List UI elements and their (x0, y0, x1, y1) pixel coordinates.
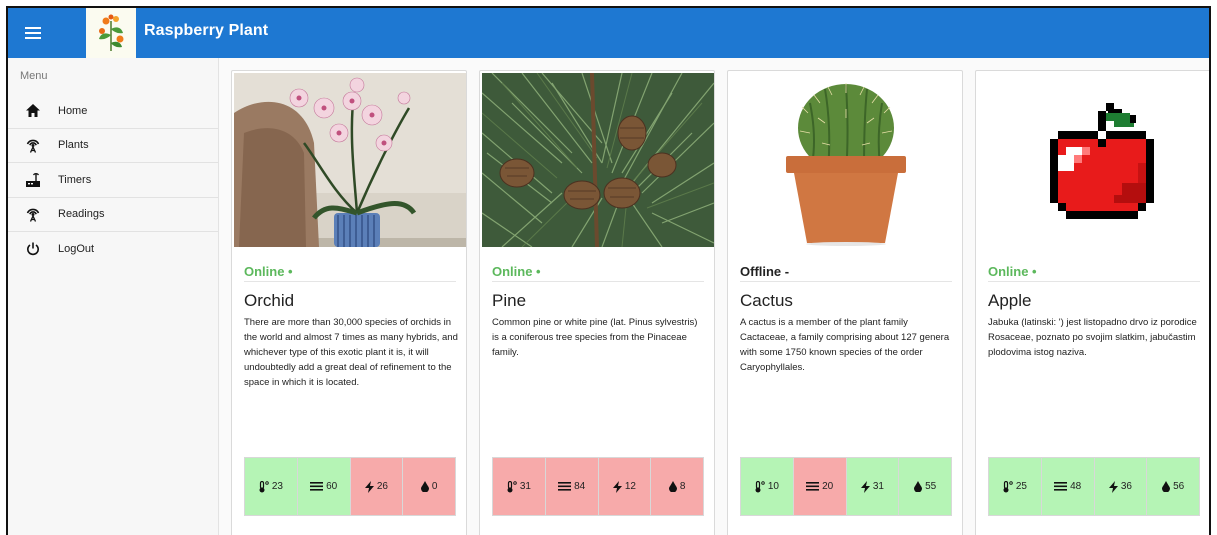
divider (244, 281, 456, 282)
moisture-value: 0 (431, 481, 438, 492)
home-icon (8, 104, 58, 118)
top-app-bar: Raspberry Plant (8, 8, 1209, 58)
moisture-value: 55 (925, 481, 937, 492)
sidebar: Menu Home Plants Timers Readings LogOut (8, 58, 219, 535)
plant-description: There are more than 30,000 species of or… (244, 317, 458, 388)
bolt-icon (860, 480, 870, 493)
light-stat: 36 (1094, 458, 1148, 515)
app-window: Raspberry Plant Menu Home Plants Timers … (6, 6, 1211, 535)
light-stat: 26 (350, 458, 404, 515)
app-title: Raspberry Plant (144, 22, 269, 39)
plant-name: Orchid (244, 291, 295, 310)
divider (492, 281, 704, 282)
sidebar-item-label: Readings (58, 208, 105, 221)
haze-icon (310, 482, 324, 491)
status-label: Online • (492, 264, 541, 279)
sidebar-item-label: Home (58, 104, 88, 117)
haze-icon (1054, 482, 1068, 491)
sidebar-item-plants[interactable]: Plants (8, 129, 218, 163)
water-drop-icon (1162, 481, 1171, 492)
water-drop-icon (668, 481, 677, 492)
thermometer-icon (259, 480, 269, 493)
moisture-stat: 56 (1147, 458, 1199, 515)
plant-name: Apple (988, 291, 1032, 310)
plant-description: Common pine or white pine (lat. Pinus sy… (492, 317, 698, 358)
humidity-value: 60 (326, 481, 338, 492)
antenna-icon (8, 206, 58, 223)
sensor-stats: 25 48 36 56 (988, 457, 1200, 516)
router-icon (8, 172, 58, 188)
temperature-stat: 25 (989, 458, 1042, 515)
humidity-value: 20 (822, 481, 834, 492)
thermometer-icon (755, 480, 765, 493)
sidebar-item-label: LogOut (58, 243, 95, 256)
light-stat: 12 (598, 458, 652, 515)
water-drop-icon (914, 481, 923, 492)
plant-description: A cactus is a member of the plant family… (740, 317, 950, 373)
light-value: 31 (872, 481, 884, 492)
sensor-stats: 31 84 12 8 (492, 457, 704, 516)
plant-card-pine[interactable]: Online • Pine Common pine or white pine … (479, 70, 715, 535)
humidity-value: 84 (574, 481, 586, 492)
sidebar-item-home[interactable]: Home (8, 94, 218, 129)
thermometer-icon (507, 480, 517, 493)
bolt-icon (364, 480, 374, 493)
bolt-icon (1108, 480, 1118, 493)
divider (740, 281, 952, 282)
plant-name: Pine (492, 291, 527, 310)
divider (988, 281, 1200, 282)
moisture-stat: 0 (403, 458, 455, 515)
sidebar-item-label: Timers (58, 173, 92, 186)
moisture-value: 56 (1173, 481, 1185, 492)
plant-card-apple[interactable]: Online • Apple Jabuka (latinski: ') jest… (975, 70, 1209, 535)
plant-image (482, 73, 714, 247)
antenna-icon (8, 137, 58, 154)
status-label: Offline - (740, 264, 790, 279)
moisture-value: 8 (679, 481, 686, 492)
sidebar-item-label: Plants (58, 139, 89, 152)
plant-image (978, 73, 1209, 247)
light-value: 26 (376, 481, 388, 492)
temperature-stat: 10 (741, 458, 794, 515)
thermometer-icon (1003, 480, 1013, 493)
plant-card-orchid[interactable]: Online • Orchid There are more than 30,0… (231, 70, 467, 535)
bolt-icon (612, 480, 622, 493)
status-label: Online • (244, 264, 293, 279)
plant-name: Cactus (740, 291, 793, 310)
plant-image (234, 73, 466, 247)
sensor-stats: 23 60 26 0 (244, 457, 456, 516)
light-stat: 31 (846, 458, 900, 515)
plant-description: Jabuka (latinski: ') jest listopadno drv… (988, 317, 1197, 358)
plant-image (730, 73, 962, 247)
sidebar-item-logout[interactable]: LogOut (8, 232, 218, 267)
humidity-stat: 60 (297, 458, 351, 515)
sensor-stats: 10 20 31 55 (740, 457, 952, 516)
app-logo (86, 8, 136, 58)
humidity-stat: 20 (793, 458, 847, 515)
hamburger-icon (25, 27, 41, 39)
moisture-stat: 55 (899, 458, 951, 515)
sidebar-item-timers[interactable]: Timers (8, 163, 218, 198)
humidity-value: 48 (1070, 481, 1082, 492)
sidebar-header: Menu (20, 70, 48, 82)
water-drop-icon (420, 481, 429, 492)
plant-card-cactus[interactable]: Offline - Cactus A cactus is a member of… (727, 70, 963, 535)
sidebar-item-readings[interactable]: Readings (8, 198, 218, 232)
humidity-stat: 84 (545, 458, 599, 515)
power-icon (8, 242, 58, 256)
temperature-value: 23 (271, 481, 283, 492)
temperature-value: 31 (519, 481, 531, 492)
temperature-value: 25 (1015, 481, 1027, 492)
haze-icon (806, 482, 820, 491)
status-label: Online • (988, 264, 1037, 279)
temperature-value: 10 (767, 481, 779, 492)
temperature-stat: 31 (493, 458, 546, 515)
light-value: 36 (1120, 481, 1132, 492)
moisture-stat: 8 (651, 458, 703, 515)
temperature-stat: 23 (245, 458, 298, 515)
humidity-stat: 48 (1041, 458, 1095, 515)
menu-button[interactable] (8, 8, 58, 58)
light-value: 12 (624, 481, 636, 492)
haze-icon (558, 482, 572, 491)
